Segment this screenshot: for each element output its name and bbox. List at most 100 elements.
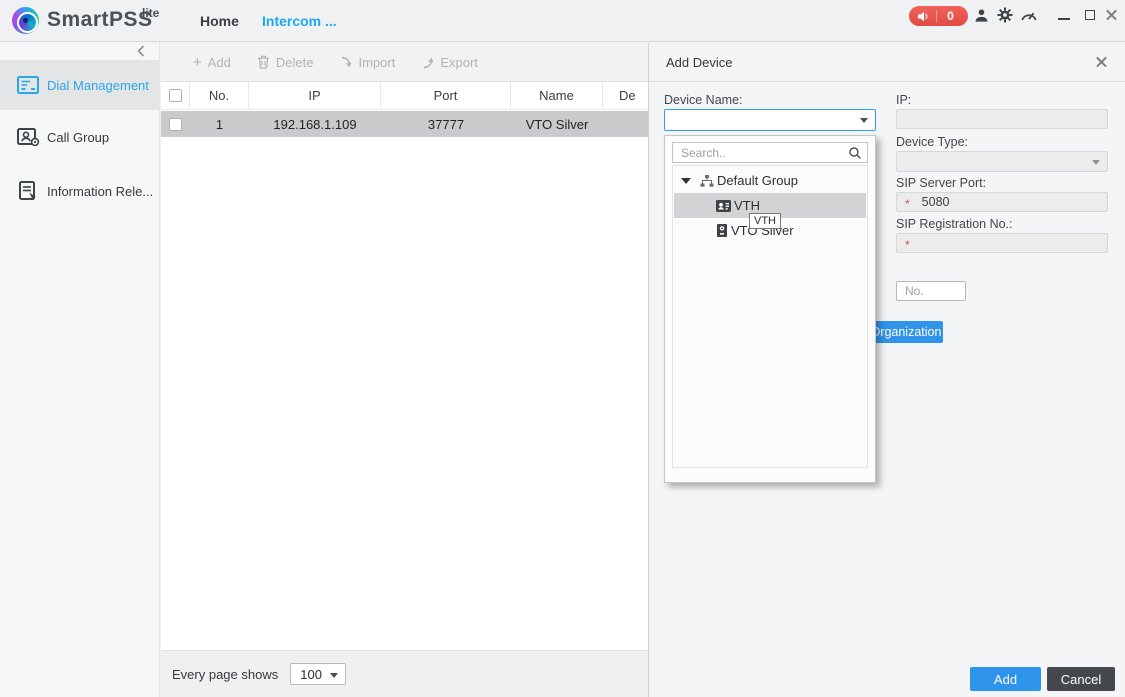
add-device-dialog: Add Device Device Name: IP: Device Type:… xyxy=(648,43,1125,697)
pagination-bar: Every page shows 100 xyxy=(161,650,648,697)
no-field[interactable] xyxy=(896,281,966,301)
close-icon xyxy=(1094,54,1110,70)
toolbar-button-label: Export xyxy=(440,55,478,70)
tree-node-label: VTH xyxy=(734,198,760,213)
ip-field[interactable] xyxy=(896,109,1108,129)
dialog-header: Add Device xyxy=(649,43,1125,82)
required-asterisk: * xyxy=(905,238,910,252)
app-brand: SmartPSS xyxy=(47,8,153,32)
table-row[interactable]: 1 192.168.1.109 37777 VTO Silver xyxy=(161,111,648,137)
chevron-down-icon xyxy=(1092,160,1100,165)
device-name-dropdown-popup: Default Group VTH VTO Silver VTH xyxy=(664,135,876,483)
sip-server-port-field[interactable]: * 5080 xyxy=(896,192,1108,212)
minimize-button[interactable] xyxy=(1054,5,1074,25)
sip-registration-label: SIP Registration No.: xyxy=(896,217,1013,231)
smartpss-window: SmartPSS lite Home Intercom ... 0 xyxy=(0,0,1125,697)
sip-server-port-label: SIP Server Port: xyxy=(896,176,986,190)
alarm-badge[interactable]: 0 xyxy=(909,6,968,26)
app-brand-suffix: lite xyxy=(142,6,159,20)
chevron-down-icon xyxy=(860,118,868,123)
table-header: No. IP Port Name De xyxy=(161,82,648,110)
toolbar-button-label: Delete xyxy=(276,55,314,70)
toolbar-button-label: Import xyxy=(358,55,395,70)
row-checkbox[interactable] xyxy=(169,118,182,131)
device-name-combobox[interactable] xyxy=(664,109,876,131)
sidebar-item-label: Information Rele... xyxy=(47,184,153,199)
sidebar-item-information-release[interactable]: Information Rele... xyxy=(0,166,160,216)
sidebar-item-label: Call Group xyxy=(47,130,109,145)
page-size-label: Every page shows xyxy=(172,667,278,682)
tab-intercom[interactable]: Intercom ... xyxy=(262,13,337,29)
import-button[interactable]: Import xyxy=(339,55,395,70)
page-size-value: 100 xyxy=(300,667,322,682)
sidebar-item-label: Dial Management xyxy=(47,78,149,93)
tree-expand-caret-icon[interactable] xyxy=(681,178,691,184)
trash-icon xyxy=(257,55,270,69)
add-device-button[interactable]: + Add xyxy=(193,55,231,70)
cell-de xyxy=(603,111,648,137)
organization-button[interactable]: Organization xyxy=(869,321,943,343)
sip-registration-field[interactable]: * xyxy=(896,233,1108,253)
speaker-icon xyxy=(918,11,930,22)
vth-device-icon xyxy=(716,200,731,212)
export-button[interactable]: Export xyxy=(421,55,478,70)
sidebar-item-call-group[interactable]: Call Group xyxy=(0,112,160,162)
group-org-icon xyxy=(700,175,714,187)
column-header-no: No. xyxy=(190,82,249,109)
alarm-count: 0 xyxy=(937,9,968,23)
cell-ip: 192.168.1.109 xyxy=(249,111,381,137)
dialog-add-button[interactable]: Add xyxy=(970,667,1041,691)
dialog-cancel-button[interactable]: Cancel xyxy=(1047,667,1115,691)
app-logo-icon xyxy=(12,7,39,34)
device-type-select[interactable] xyxy=(896,151,1108,172)
sip-server-port-value: 5080 xyxy=(922,195,950,209)
search-input[interactable] xyxy=(673,143,848,162)
ip-label: IP: xyxy=(896,93,911,107)
required-asterisk: * xyxy=(905,197,910,211)
tab-home[interactable]: Home xyxy=(200,13,239,29)
dialog-title: Add Device xyxy=(666,55,732,70)
vto-device-icon xyxy=(716,224,728,237)
chevron-down-icon xyxy=(330,673,338,678)
call-group-icon xyxy=(16,127,40,147)
cell-port: 37777 xyxy=(381,111,511,137)
search-icon xyxy=(848,146,862,160)
import-arrow-icon xyxy=(339,56,352,69)
select-all-checkbox[interactable] xyxy=(169,89,182,102)
titlebar: SmartPSS lite Home Intercom ... 0 xyxy=(0,0,1125,42)
export-arrow-icon xyxy=(421,56,434,69)
no-input[interactable] xyxy=(897,282,965,300)
settings-gear-icon[interactable] xyxy=(996,6,1014,24)
cell-no: 1 xyxy=(190,111,249,137)
sidebar: Dial Management Call Group Information R… xyxy=(0,43,160,697)
device-name-label: Device Name: xyxy=(664,93,743,107)
information-release-icon xyxy=(16,181,40,201)
select-all-cell xyxy=(161,82,190,109)
hover-tooltip: VTH xyxy=(749,213,781,229)
sidebar-collapse-chevron[interactable] xyxy=(137,45,145,57)
close-icon xyxy=(1104,7,1120,23)
cell-name: VTO Silver xyxy=(511,111,603,137)
column-header-de: De xyxy=(603,82,648,109)
dropdown-search-box[interactable] xyxy=(672,142,868,163)
minimize-icon xyxy=(1058,18,1070,20)
sidebar-item-dial-management[interactable]: Dial Management xyxy=(0,60,160,110)
device-list-area: + Add Delete Import Export xyxy=(161,43,648,697)
plus-icon: + xyxy=(193,55,202,70)
row-checkbox-cell xyxy=(161,111,190,137)
dialog-close-button[interactable] xyxy=(1094,54,1110,70)
maximize-button[interactable] xyxy=(1080,5,1100,25)
column-header-port: Port xyxy=(381,82,511,109)
delete-device-button[interactable]: Delete xyxy=(257,55,314,70)
performance-gauge-icon[interactable] xyxy=(1020,6,1038,24)
tree-node-default-group[interactable]: Default Group xyxy=(674,168,866,193)
user-account-icon[interactable] xyxy=(972,6,990,24)
toolbar-button-label: Add xyxy=(208,55,231,70)
tree-node-label: Default Group xyxy=(717,173,798,188)
close-window-button[interactable] xyxy=(1102,5,1122,25)
device-type-label: Device Type: xyxy=(896,135,968,149)
page-size-select[interactable]: 100 xyxy=(290,663,346,685)
device-tree: Default Group VTH VTO Silver xyxy=(672,165,868,468)
dial-management-icon xyxy=(16,76,40,94)
list-toolbar: + Add Delete Import Export xyxy=(161,43,648,82)
